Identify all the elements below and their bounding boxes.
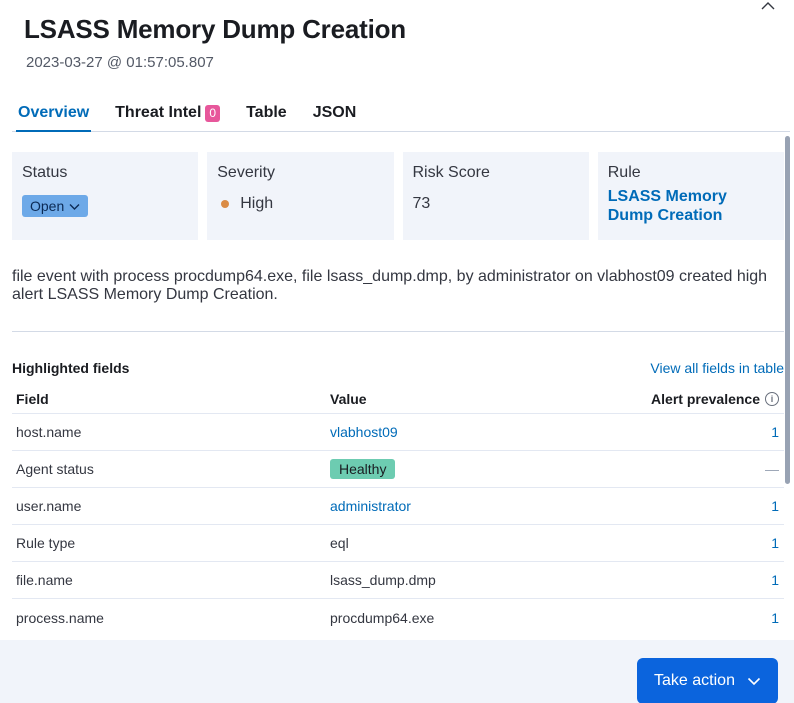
table-row: Agent status Healthy — (12, 451, 784, 488)
alert-summary: Status Open Severity High Risk Score 73 … (12, 152, 784, 240)
risk-score-value: 73 (412, 195, 431, 212)
tab-threat-intel[interactable]: Threat Intel 0 (109, 96, 232, 131)
take-action-button[interactable]: Take action (637, 658, 778, 703)
chevron-down-icon (747, 677, 761, 685)
highlighted-fields-table: Field Value Alert prevalence i host.name … (12, 384, 784, 636)
risk-score-label: Risk Score (412, 164, 490, 181)
status-value: Open (30, 198, 65, 214)
field-value: procdump64.exe (330, 609, 435, 626)
field-value-link[interactable]: vlabhost09 (330, 424, 398, 440)
threat-intel-count-badge: 0 (205, 105, 221, 122)
column-header-prevalence: Alert prevalence i (584, 391, 784, 407)
tab-overview[interactable]: Overview (12, 96, 101, 132)
tab-label: Overview (18, 104, 90, 121)
field-name: user.name (16, 498, 82, 514)
chevron-down-icon (69, 203, 80, 210)
tab-label: Threat Intel (115, 104, 202, 121)
rule-card: Rule LSASS Memory Dump Creation (597, 152, 784, 240)
severity-dot-icon (221, 200, 230, 208)
field-name: process.name (16, 609, 104, 626)
agent-status-badge: Healthy (330, 459, 396, 479)
field-name: host.name (16, 424, 82, 440)
alert-timestamp: 2023-03-27 @ 01:57:05.807 (26, 54, 214, 71)
severity-value: High (240, 195, 274, 212)
take-action-label: Take action (654, 672, 735, 689)
tab-label: JSON (312, 104, 357, 121)
table-row: user.name administrator 1 (12, 488, 784, 525)
column-header-field: Field (16, 390, 49, 407)
alert-reason: file event with process procdump64.exe, … (12, 268, 768, 303)
tab-bar: Overview Threat Intel 0 Table JSON (12, 96, 790, 132)
table-row: host.name vlabhost09 1 (12, 414, 784, 451)
prevalence-empty: — (765, 461, 779, 477)
column-header-value: Value (330, 390, 367, 407)
page-title: LSASS Memory Dump Creation (24, 14, 406, 44)
table-row: file.name lsass_dump.dmp 1 (12, 562, 784, 599)
collapse-icon[interactable] (758, 0, 778, 14)
table-row: process.name procdump64.exe 1 (12, 599, 784, 636)
status-dropdown-button[interactable]: Open (22, 195, 89, 217)
risk-score-card: Risk Score 73 (402, 152, 589, 240)
prevalence-link[interactable]: 1 (771, 424, 779, 440)
status-label: Status (22, 164, 68, 181)
prevalence-link[interactable]: 1 (771, 610, 779, 626)
flyout-footer: Take action (0, 640, 794, 703)
table-row: Rule type eql 1 (12, 525, 784, 562)
tab-label: Table (246, 104, 287, 121)
prevalence-link[interactable]: 1 (771, 498, 779, 514)
field-value-link[interactable]: administrator (330, 498, 411, 514)
view-all-fields-link[interactable]: View all fields in table (650, 360, 784, 376)
field-name: Agent status (16, 461, 94, 477)
prevalence-header-label: Alert prevalence (651, 390, 760, 407)
status-card: Status Open (12, 152, 199, 240)
highlighted-fields-title: Highlighted fields (12, 360, 130, 376)
field-name: file.name (16, 572, 73, 588)
prevalence-link[interactable]: 1 (771, 572, 779, 588)
field-name: Rule type (16, 535, 76, 551)
field-value: lsass_dump.dmp (330, 572, 436, 588)
severity-card: Severity High (207, 152, 394, 240)
table-header: Field Value Alert prevalence i (12, 384, 784, 414)
severity-label: Severity (217, 164, 276, 181)
field-value: eql (330, 535, 349, 551)
prevalence-link[interactable]: 1 (771, 535, 779, 551)
tab-json[interactable]: JSON (307, 96, 369, 131)
divider (12, 331, 784, 332)
scrollbar[interactable] (785, 136, 790, 484)
tab-table[interactable]: Table (240, 96, 299, 131)
info-icon[interactable]: i (765, 391, 779, 406)
rule-label: Rule (607, 164, 641, 181)
rule-link[interactable]: LSASS Memory Dump Creation (608, 187, 774, 225)
